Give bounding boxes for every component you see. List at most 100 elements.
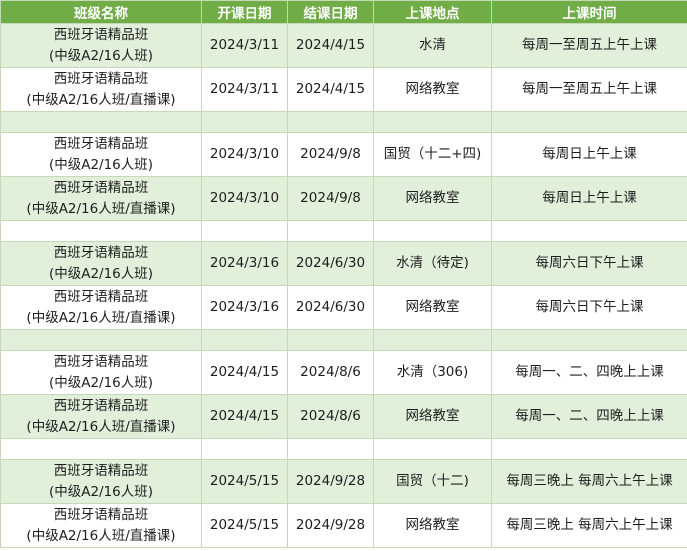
cell-location: 国贸（十二+四) [373, 132, 492, 177]
cell-class-time: 每周三晚上 每周六上午上课 [491, 503, 687, 548]
cell-start-date: 2024/5/15 [201, 459, 288, 504]
header-class-name: 班级名称 [0, 0, 202, 24]
empty-cell [201, 329, 288, 351]
table-row: 西班牙语精品班 (中级A2/16人班) 2024/3/11 2024/4/15 水清 每周… [0, 23, 687, 68]
cell-class-name: 西班牙语精品班 (中级A2/16人班) [0, 241, 202, 286]
empty-cell [287, 220, 374, 242]
spacer-row [0, 220, 687, 242]
class-name-line1: 西班牙语精品班 [53, 135, 149, 152]
table-row: 西班牙语精品班 (中级A2/16人班) 2024/3/10 2024/9/8 国贸（十二… [0, 132, 687, 177]
cell-start-date: 2024/4/15 [201, 350, 288, 395]
cell-start-date: 2024/3/16 [201, 241, 288, 286]
class-name-line2: (中级A2/16人班) [48, 156, 154, 173]
empty-cell [0, 329, 202, 351]
schedule-table: 班级名称 开课日期 结课日期 上课地点 上课时间 西班牙语精品班 (中级A2/16… [0, 0, 687, 548]
class-name-line1: 西班牙语精品班 [53, 288, 149, 305]
class-name-line2: (中级A2/16人班) [48, 374, 154, 391]
cell-class-time: 每周日上午上课 [491, 176, 687, 221]
table-row: 西班牙语精品班 (中级A2/16人班/直播课) 2024/5/15 2024/9/28… [0, 503, 687, 548]
class-name-line2: (中级A2/16人班/直播课) [26, 200, 176, 217]
table-body: 西班牙语精品班 (中级A2/16人班) 2024/3/11 2024/4/15 水清 每周… [0, 23, 687, 548]
cell-end-date: 2024/9/28 [287, 503, 374, 548]
cell-class-name: 西班牙语精品班 (中级A2/16人班/直播课) [0, 176, 202, 221]
cell-start-date: 2024/3/10 [201, 132, 288, 177]
cell-class-name: 西班牙语精品班 (中级A2/16人班) [0, 459, 202, 504]
cell-class-time: 每周一、二、四晚上上课 [491, 394, 687, 439]
header-class-time: 上课时间 [491, 0, 687, 24]
cell-class-time: 每周一至周五上午上课 [491, 67, 687, 112]
empty-cell [0, 111, 202, 133]
empty-cell [373, 438, 492, 460]
spacer-row [0, 329, 687, 351]
cell-start-date: 2024/3/10 [201, 176, 288, 221]
cell-class-name: 西班牙语精品班 (中级A2/16人班/直播课) [0, 394, 202, 439]
header-end-date: 结课日期 [287, 0, 374, 24]
empty-cell [491, 438, 687, 460]
cell-class-time: 每周一至周五上午上课 [491, 23, 687, 68]
cell-end-date: 2024/9/28 [287, 459, 374, 504]
cell-class-name: 西班牙语精品班 (中级A2/16人班/直播课) [0, 503, 202, 548]
class-name-line1: 西班牙语精品班 [53, 26, 149, 43]
header-row: 班级名称 开课日期 结课日期 上课地点 上课时间 [0, 0, 687, 24]
empty-cell [373, 329, 492, 351]
empty-cell [373, 220, 492, 242]
table-row: 西班牙语精品班 (中级A2/16人班) 2024/5/15 2024/9/28 国贸（十… [0, 459, 687, 504]
class-name-line2: (中级A2/16人班) [48, 47, 154, 64]
cell-end-date: 2024/9/8 [287, 132, 374, 177]
class-name-line1: 西班牙语精品班 [53, 462, 149, 479]
cell-location: 水清（306) [373, 350, 492, 395]
cell-location: 网络教室 [373, 285, 492, 330]
cell-location: 网络教室 [373, 176, 492, 221]
class-name-line2: (中级A2/16人班) [48, 483, 154, 500]
empty-cell [287, 111, 374, 133]
empty-cell [491, 220, 687, 242]
empty-cell [201, 111, 288, 133]
table-row: 西班牙语精品班 (中级A2/16人班/直播课) 2024/3/16 2024/6/30… [0, 285, 687, 330]
class-name-line1: 西班牙语精品班 [53, 397, 149, 414]
header-location: 上课地点 [373, 0, 492, 24]
empty-cell [0, 220, 202, 242]
empty-cell [287, 329, 374, 351]
class-name-line2: (中级A2/16人班/直播课) [26, 418, 176, 435]
spacer-row [0, 111, 687, 133]
cell-start-date: 2024/5/15 [201, 503, 288, 548]
table-row: 西班牙语精品班 (中级A2/16人班/直播课) 2024/3/11 2024/4/15… [0, 67, 687, 112]
cell-class-time: 每周三晚上 每周六上午上课 [491, 459, 687, 504]
cell-class-name: 西班牙语精品班 (中级A2/16人班) [0, 132, 202, 177]
cell-location: 网络教室 [373, 503, 492, 548]
cell-end-date: 2024/6/30 [287, 285, 374, 330]
cell-location: 网络教室 [373, 394, 492, 439]
cell-class-name: 西班牙语精品班 (中级A2/16人班) [0, 350, 202, 395]
empty-cell [0, 438, 202, 460]
header-start-date: 开课日期 [201, 0, 288, 24]
cell-class-name: 西班牙语精品班 (中级A2/16人班) [0, 23, 202, 68]
class-name-line2: (中级A2/16人班) [48, 265, 154, 282]
table-row: 西班牙语精品班 (中级A2/16人班/直播课) 2024/4/15 2024/8/6 网… [0, 394, 687, 439]
cell-class-name: 西班牙语精品班 (中级A2/16人班/直播课) [0, 67, 202, 112]
class-name-line2: (中级A2/16人班/直播课) [26, 309, 176, 326]
table-row: 西班牙语精品班 (中级A2/16人班) 2024/4/15 2024/8/6 水清（30… [0, 350, 687, 395]
cell-class-time: 每周一、二、四晚上上课 [491, 350, 687, 395]
cell-class-time: 每周六日下午上课 [491, 285, 687, 330]
cell-class-name: 西班牙语精品班 (中级A2/16人班/直播课) [0, 285, 202, 330]
class-name-line1: 西班牙语精品班 [53, 70, 149, 87]
cell-end-date: 2024/8/6 [287, 394, 374, 439]
cell-location: 国贸（十二) [373, 459, 492, 504]
empty-cell [491, 329, 687, 351]
class-name-line2: (中级A2/16人班/直播课) [26, 527, 176, 544]
cell-location: 水清 [373, 23, 492, 68]
spacer-row [0, 438, 687, 460]
cell-location: 水清（待定) [373, 241, 492, 286]
cell-location: 网络教室 [373, 67, 492, 112]
table-row: 西班牙语精品班 (中级A2/16人班/直播课) 2024/3/10 2024/9/8 网… [0, 176, 687, 221]
cell-start-date: 2024/3/11 [201, 23, 288, 68]
cell-end-date: 2024/6/30 [287, 241, 374, 286]
empty-cell [287, 438, 374, 460]
cell-end-date: 2024/4/15 [287, 23, 374, 68]
cell-end-date: 2024/8/6 [287, 350, 374, 395]
cell-start-date: 2024/3/16 [201, 285, 288, 330]
cell-end-date: 2024/4/15 [287, 67, 374, 112]
class-name-line2: (中级A2/16人班/直播课) [26, 91, 176, 108]
class-name-line1: 西班牙语精品班 [53, 179, 149, 196]
empty-cell [373, 111, 492, 133]
